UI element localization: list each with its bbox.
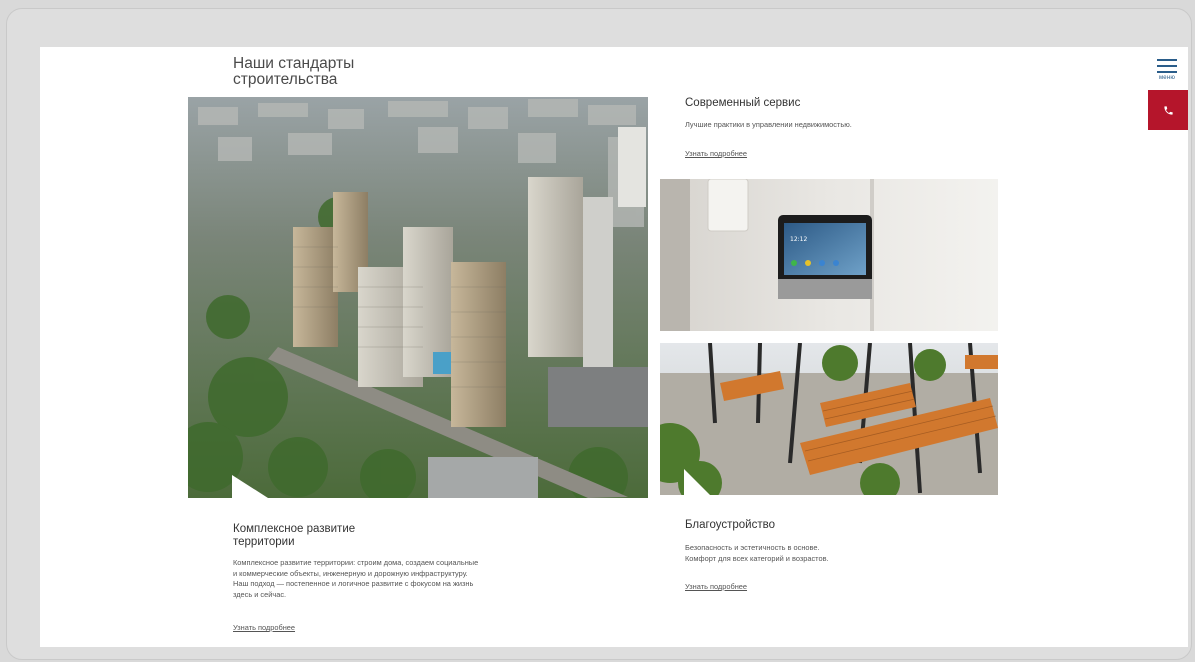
phone-button[interactable] [1148, 90, 1188, 130]
phone-icon [1163, 105, 1173, 115]
service-title: Современный сервис [685, 97, 801, 109]
intercom-time: 12:12 [790, 236, 807, 243]
browser-frame: Наши стандарты строительства меню 12:12 … [6, 8, 1192, 660]
menu-label: меню [1158, 75, 1176, 81]
page-content: Наши стандарты строительства меню 12:12 … [40, 47, 1188, 647]
territory-title: Комплексное развитие территории [233, 523, 356, 548]
landscaping-title: Благоустройство [685, 519, 775, 531]
menu-button[interactable]: меню [1154, 57, 1180, 85]
service-more-link[interactable]: Узнать подробнее [685, 149, 747, 158]
aerial-city-image [188, 97, 648, 498]
territory-description: Комплексное развитие территории: строим … [233, 558, 479, 599]
service-description: Лучшие практики в управлении недвижимост… [685, 120, 852, 129]
landscaping-more-link[interactable]: Узнать подробнее [685, 582, 747, 591]
landscaping-description: Безопасность и эстетичность в основе. Ко… [685, 543, 829, 563]
lounge-chairs-image [660, 343, 998, 495]
territory-more-link[interactable]: Узнать подробнее [233, 623, 295, 632]
page-title: Наши стандарты строительства [233, 55, 355, 88]
intercom-panel-image: 12:12 [660, 179, 998, 331]
